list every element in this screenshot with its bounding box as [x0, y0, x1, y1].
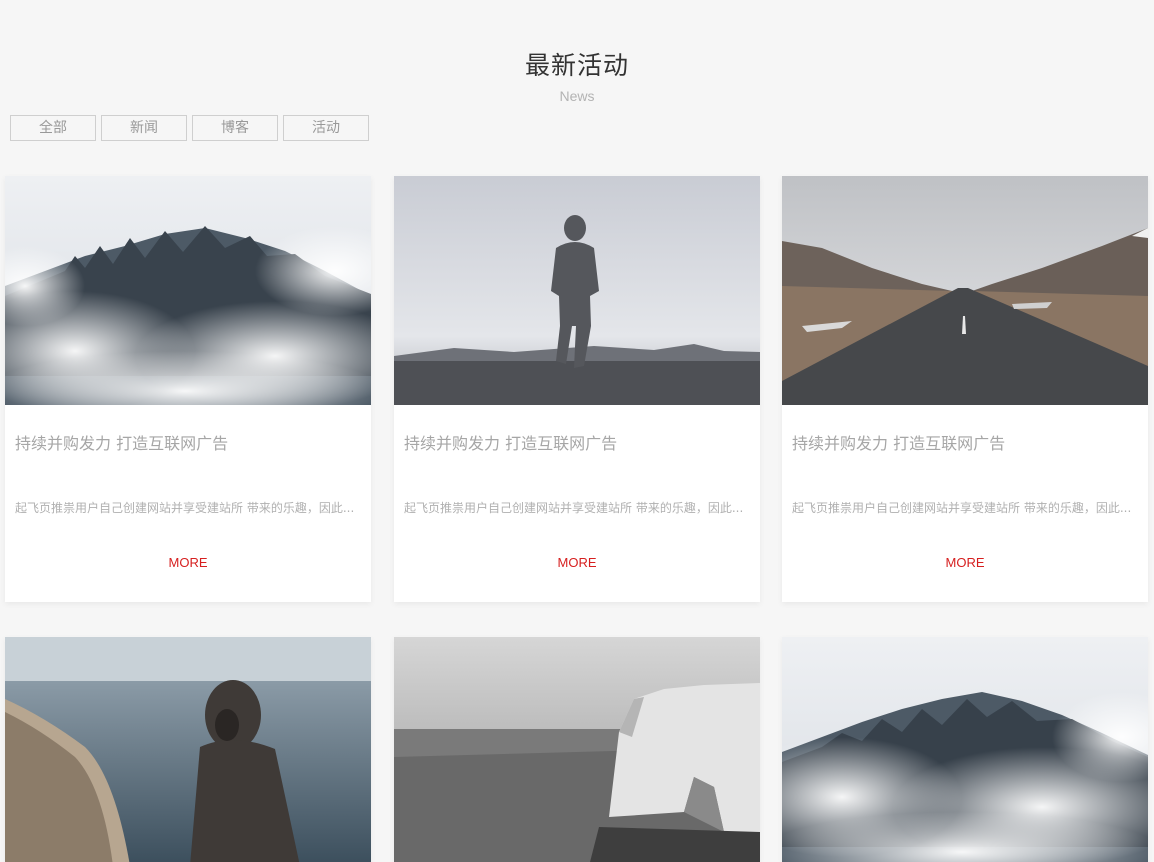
card-title[interactable]: 持续并购发力 打造互联网广告 [792, 433, 1138, 455]
news-card[interactable] [782, 637, 1148, 862]
filter-blog-button[interactable]: 博客 [192, 115, 278, 141]
section-title: 最新活动 [524, 51, 629, 80]
news-card[interactable] [5, 637, 371, 862]
more-link[interactable]: MORE [394, 554, 760, 572]
news-card[interactable]: 持续并购发力 打造互联网广告 起飞页推祟用户自己创建网站并享受建站所 带来的乐趣… [394, 176, 760, 602]
news-section: 最新活动 News 全部 新闻 博客 活动 持续并购发力 打造互联网广告 起飞页… [0, 0, 1154, 862]
mountain-road-image[interactable] [782, 176, 1148, 405]
card-description: 起飞页推祟用户自己创建网站并享受建站所 带来的乐趣，因此... [792, 501, 1132, 515]
card-description: 起飞页推祟用户自己创建网站并享受建站所 带来的乐趣，因此... [15, 501, 355, 515]
filter-all-button[interactable]: 全部 [10, 115, 96, 141]
foggy-forest-image[interactable] [5, 176, 371, 405]
card-title[interactable]: 持续并购发力 打造互联网广告 [15, 433, 361, 455]
person-walking-fog-image[interactable] [394, 176, 760, 405]
news-card[interactable]: 持续并购发力 打造互联网广告 起飞页推祟用户自己创建网站并享受建站所 带来的乐趣… [782, 176, 1148, 602]
news-card[interactable] [394, 637, 760, 862]
news-card[interactable]: 持续并购发力 打造互联网广告 起飞页推祟用户自己创建网站并享受建站所 带来的乐趣… [5, 176, 371, 602]
foggy-forest-image[interactable] [782, 637, 1148, 862]
filter-news-button[interactable]: 新闻 [101, 115, 187, 141]
card-title[interactable]: 持续并购发力 打造互联网广告 [404, 433, 750, 455]
hooded-person-beach-image[interactable] [5, 637, 371, 862]
section-subtitle: News [559, 88, 595, 104]
more-link[interactable]: MORE [5, 554, 371, 572]
sea-cliff-image[interactable] [394, 637, 760, 862]
card-description: 起飞页推祟用户自己创建网站并享受建站所 带来的乐趣，因此... [404, 501, 744, 515]
more-link[interactable]: MORE [782, 554, 1148, 572]
category-filter-bar: 全部 新闻 博客 活动 [10, 115, 369, 141]
filter-activity-button[interactable]: 活动 [283, 115, 369, 141]
section-header: 最新活动 News [0, 48, 1154, 106]
